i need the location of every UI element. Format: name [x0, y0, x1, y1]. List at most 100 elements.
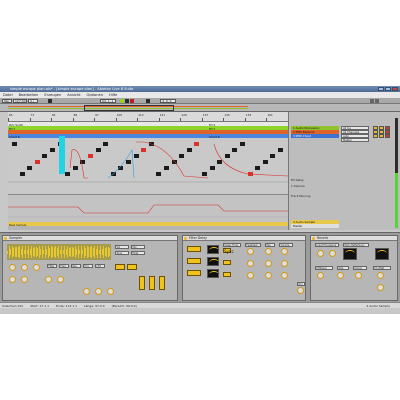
- param-size[interactable]: Size: [337, 266, 349, 270]
- track-header-master[interactable]: Master: [291, 224, 339, 228]
- feedback-knob[interactable]: [247, 260, 254, 267]
- overview-view-window[interactable]: [84, 105, 174, 111]
- param-dry[interactable]: Dry: [297, 282, 305, 286]
- param-fade[interactable]: Fade: [131, 251, 145, 255]
- param-knob[interactable]: [83, 288, 90, 295]
- param-knob[interactable]: [57, 276, 64, 283]
- arm-button[interactable]: [385, 134, 390, 138]
- automation-lane[interactable]: [8, 194, 288, 222]
- filter-display-2[interactable]: [207, 257, 219, 266]
- param-knob[interactable]: [45, 276, 52, 283]
- device-reverb[interactable]: Reverb Input Processing Early Reflection…: [310, 235, 398, 301]
- output-select[interactable]: Master: [341, 138, 369, 142]
- filter-display-3[interactable]: [207, 269, 219, 278]
- device-power-icon[interactable]: [312, 237, 315, 240]
- param-diffusion[interactable]: Diffusion: [315, 266, 333, 270]
- fader[interactable]: [159, 276, 165, 290]
- track-header-midi-chord[interactable]: 3 MIDI Chord: [291, 134, 339, 138]
- minimize-button[interactable]: [378, 87, 384, 91]
- pan-knob[interactable]: [265, 248, 272, 255]
- size-knob[interactable]: [337, 272, 344, 279]
- device-power-icon[interactable]: [184, 237, 187, 240]
- toggle-button[interactable]: [127, 264, 137, 270]
- param-env-knob[interactable]: [9, 276, 16, 283]
- param-decay[interactable]: Decay: [353, 266, 367, 270]
- loop-button[interactable]: [146, 99, 150, 103]
- volume-knob[interactable]: [281, 272, 288, 279]
- param-res-knob[interactable]: [33, 264, 40, 271]
- close-button[interactable]: [392, 87, 398, 91]
- feedback-knob[interactable]: [247, 272, 254, 279]
- decay-knob[interactable]: [355, 272, 362, 279]
- param-vol[interactable]: Vol: [115, 245, 129, 249]
- record-button[interactable]: [130, 99, 134, 103]
- param-freq[interactable]: Freq: [59, 264, 69, 268]
- device-power-icon[interactable]: [4, 237, 7, 240]
- pan-knob[interactable]: [265, 260, 272, 267]
- sync-button[interactable]: [223, 272, 231, 277]
- dry-wet-knob[interactable]: [377, 284, 384, 291]
- param-res[interactable]: Res: [71, 264, 81, 268]
- maximize-button[interactable]: [385, 87, 391, 91]
- pan-knob[interactable]: [265, 272, 272, 279]
- timeline-ruler[interactable]: 65 73 81 89 97 105 113 121 129 137 145 153 161: [8, 112, 288, 122]
- channel-toggle-r[interactable]: [187, 270, 201, 276]
- volume-knob[interactable]: [281, 248, 288, 255]
- sync-button[interactable]: Sync: [223, 248, 234, 254]
- loop-length-field[interactable]: 4. 0. 0: [160, 99, 176, 103]
- param-env[interactable]: Env: [83, 264, 93, 268]
- automation-envelope[interactable]: [8, 195, 288, 223]
- reverb-display[interactable]: [375, 248, 389, 260]
- diffusion-knob[interactable]: [317, 272, 324, 279]
- dry-wet-knob[interactable]: [377, 272, 384, 279]
- param-knob[interactable]: [107, 288, 114, 295]
- time-signature-field[interactable]: 4 / 4: [28, 99, 38, 106]
- param-filter[interactable]: Filter: [47, 264, 57, 268]
- param-feedback[interactable]: Feedback: [245, 243, 261, 247]
- arrangement-overview[interactable]: [0, 104, 400, 112]
- arrangement-position-field[interactable]: 64. 1. 1: [100, 99, 116, 103]
- param-freq-knob[interactable]: [21, 264, 28, 271]
- automation-curves[interactable]: [8, 138, 288, 194]
- sync-button[interactable]: [223, 260, 231, 265]
- ruler-label: 121: [159, 113, 166, 117]
- fader[interactable]: [139, 276, 145, 290]
- param-dry-wet[interactable]: Dry/Wet: [373, 266, 391, 270]
- device-sampler[interactable]: Sampler Vol Pan Tune Fade Filter Freq Re…: [2, 235, 178, 301]
- param-lfo-knob[interactable]: [21, 276, 28, 283]
- volume-knob[interactable]: [281, 260, 288, 267]
- reverb-display[interactable]: [343, 248, 357, 260]
- param-lfo[interactable]: LFO: [95, 264, 105, 268]
- sample-waveform[interactable]: [7, 244, 111, 260]
- input-knob[interactable]: [317, 250, 324, 257]
- stop-button[interactable]: [125, 99, 129, 103]
- input-knob[interactable]: [329, 250, 336, 257]
- track-volume[interactable]: [373, 134, 378, 138]
- tempo-field[interactable]: 127.00: [13, 99, 27, 103]
- arrangement-view[interactable]: Poly Synth Fill 7 Chord 8 Fill 2 Fill 7 …: [8, 122, 288, 230]
- play-button[interactable]: [120, 99, 124, 103]
- clip-green-right[interactable]: Fill 7: [208, 126, 288, 131]
- channel-toggle-l[interactable]: [187, 246, 201, 252]
- tap-button[interactable]: Tap: [2, 99, 12, 103]
- dry-knob[interactable]: [297, 287, 304, 294]
- param-delay-time[interactable]: Delay Time: [223, 243, 241, 247]
- param-pan[interactable]: Pan: [265, 243, 275, 247]
- param-knob[interactable]: [95, 288, 102, 295]
- track-activator[interactable]: [379, 134, 384, 138]
- metronome-icon[interactable]: [48, 99, 52, 103]
- filter-display-1[interactable]: [207, 245, 219, 254]
- channel-toggle-lr[interactable]: [187, 258, 201, 264]
- param-pan[interactable]: Pan: [131, 245, 145, 249]
- param-input-processing[interactable]: Input Processing: [315, 243, 339, 247]
- audio-clip-bass[interactable]: Bass Sample: [8, 222, 288, 227]
- param-filter-knob[interactable]: [9, 264, 16, 271]
- toggle-button[interactable]: [115, 264, 125, 270]
- param-tune[interactable]: Tune: [115, 251, 129, 255]
- ruler-label: 105: [116, 113, 123, 117]
- fader[interactable]: [149, 276, 155, 290]
- feedback-knob[interactable]: [247, 248, 254, 255]
- param-early-reflections[interactable]: Early Reflections: [343, 243, 369, 247]
- param-volume[interactable]: Volume: [279, 243, 293, 247]
- device-filter-delay[interactable]: Filter Delay Delay Time Feedback Pan Vol…: [182, 235, 306, 301]
